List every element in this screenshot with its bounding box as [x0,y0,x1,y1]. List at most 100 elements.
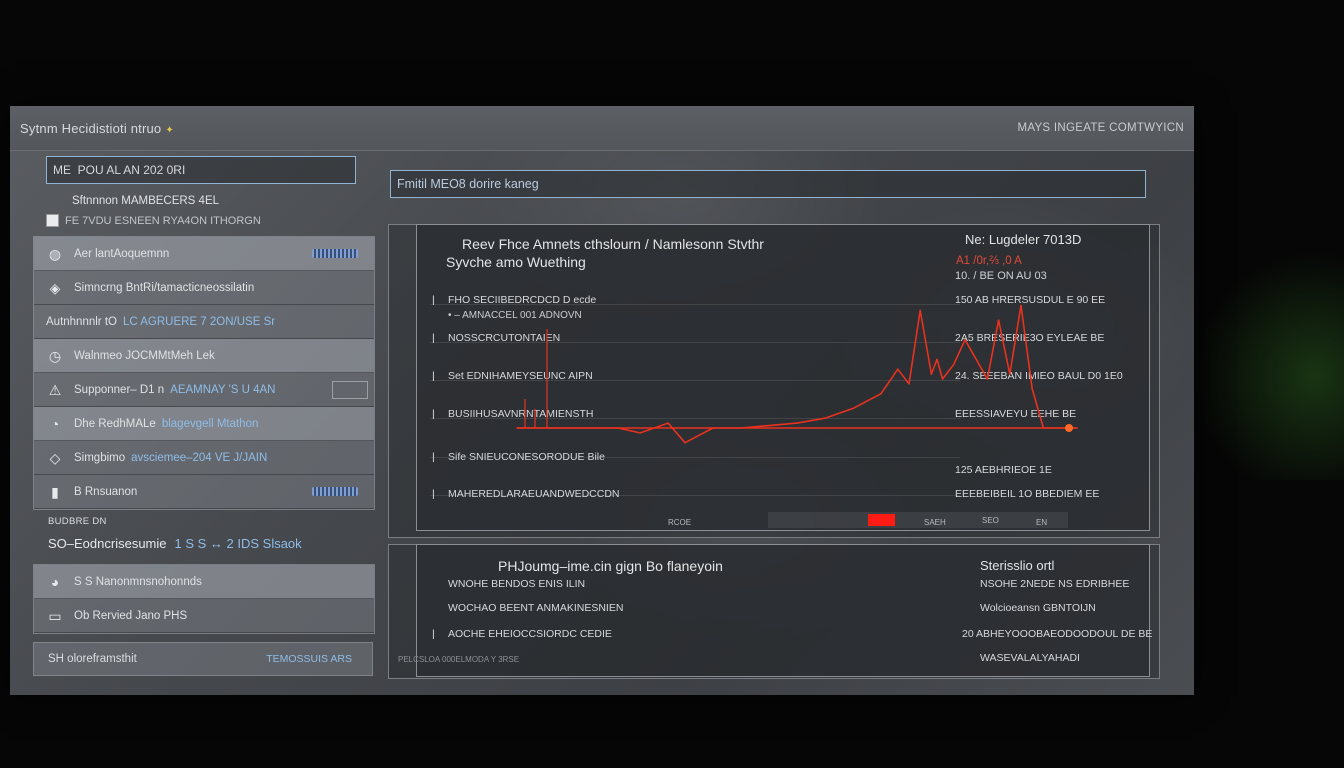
sidebar-footer-button[interactable]: SH oloreframsthit TEMOSSUIS ARS [33,642,373,676]
chart-point [617,427,619,429]
tag-icon: ◈ [49,279,61,296]
sidebar-item-3[interactable]: ◷ Walnmeo JOCMMtMeh Lek [34,339,374,373]
sidebar-item-6[interactable]: ◇ Simgbimo avsciemee–204 VE J/JAIN [34,441,374,475]
sidebar2-item-label: Ob Rervied Jano PHS [74,609,188,622]
chart-point [1031,388,1033,390]
chart-row-label: | MAHEREDLARAEUANDWEDCCDN [432,488,620,500]
status-badge [312,249,358,258]
chart-point [824,417,826,419]
summary-row-label: WOCHAO BEENT ANMAKINESNIEN [448,602,624,614]
sidebar-item-accent: blagevgell Mtathon [161,417,259,430]
sidebar-filter-row[interactable]: FE 7VDU ESNEEN RYA4ON ITHORGN [46,214,261,227]
sidebar-checkbox[interactable] [46,214,59,227]
sidebar-menu-secondary: ◕ S S Nanonmnsnohonnds ▭ Ob Rervied Jano PH… [33,564,375,634]
chart-point [936,358,938,361]
chart-footer-label-4: EN [1036,518,1048,527]
app-window: Sytnm Hecidistioti ntruo ✦ MAYS INGEATE C… [10,106,1194,695]
sidebar-section-title: SO–Eodncrisesumie 1 S S ↔ 2 IDS Slsaok [48,536,302,551]
summary-right-title: Sterisslio ortl [980,558,1055,573]
sidebar-item-label: Aer lantAoquemnn [74,247,170,260]
chart-point [1076,427,1078,429]
main-search-input[interactable] [390,170,1146,198]
chart-footer-label-2: SAEH [924,518,946,527]
sidebar-item-label: Autnhnnnlr tO [46,315,117,328]
sidebar-item-0[interactable]: ◍ Aer lantAoquemnn [34,237,374,271]
chart-point [908,383,910,385]
sidebar-item-1[interactable]: ◈ Simncrng BntRi/tamacticneossilatin [34,271,374,305]
chart-point [639,432,641,434]
chart-point [880,392,882,395]
chart-point [941,378,944,380]
chart-point [953,363,955,366]
sidebar-section-label: BUDBRE DN [48,516,107,527]
file-icon: ▭ [48,607,62,624]
row-tick-icon: | [432,488,435,500]
sidebar-item-label: Walnmeo JOCMMtMeh Lek [74,349,215,362]
chart-point [897,368,899,370]
chart-point [1042,427,1045,429]
row-tick-icon: | [432,628,435,640]
sidebar-item-4[interactable]: ⚠ Supponner– D1 n AEAMNAY 'S U 4AN [34,373,374,407]
sidebar-search-field[interactable] [46,156,356,184]
user-icon: ◕ [50,573,60,590]
sidebar-subtitle: Sftnnnon MAMBECERS 4EL [72,195,220,207]
chart-point [975,358,977,361]
sidebar-item-label: Supponner– D1 n [74,383,165,396]
sidebar-item-5[interactable]: ◔ Dhe RedhMALe blagevgell Mtathon [34,407,374,441]
summary-title: PHJoumg–ime.cin gign Bo flaneyoin [498,558,723,574]
summary-row-value: WASEVALALYAHADI [980,652,1080,664]
chart-point [1009,373,1011,375]
summary-footer: PELCSLOA 000ELMODA Y 3RSE [398,655,520,664]
chart-point [796,422,798,424]
spark-icon: ✦ [165,125,174,136]
sidebar-item-accent: AEAMNAY 'S U 4AN [170,383,276,396]
sidebar-item-accent: avsciemee–204 VE J/JAIN [131,451,268,464]
chart-row-value: EEEBEIBEIL 1O BBEDIEM EE [955,488,1100,500]
summary-row-value: 20 ABHEYOOOBAEODOODOUL DE BE [962,628,1153,640]
chart-footer-label-3: SEO [982,516,999,525]
summary-row-value: Wolcioeansn GBNTOIJN [980,602,1096,614]
chart-point [852,407,854,410]
sidebar-item-accent: LC AGRUERE 7 2ON/USE Sr [122,315,276,328]
chart-end-marker[interactable] [1065,424,1073,432]
phone-icon: ▮ [51,483,59,500]
sidebar-item-7[interactable]: ▮ B Rnsuanon [34,475,374,509]
chart-point [768,424,770,427]
chart-point [1048,427,1050,429]
summary-row-label: WNOHE BENDOS ENIS ILIN [448,578,586,590]
sidebar2-item-0[interactable]: ◕ S S Nanonmnsnohonnds [34,565,374,599]
chart-point [964,339,966,341]
diamond-icon: ◇ [49,449,61,466]
chart-scroll-thumb[interactable] [868,514,895,526]
summary-row-value: NSOHE 2NEDE NS EDRIBHEE [980,578,1130,590]
inline-input-box[interactable] [332,381,368,399]
warning-icon: ⚠ [48,381,62,398]
title-bar: Sytnm Hecidistioti ntruo ✦ MAYS INGEATE C… [10,106,1194,151]
chart-point [1020,304,1022,307]
clock-icon: ◷ [48,347,62,364]
status-badge [312,487,358,496]
chart-footer-label-1: RCOE [668,518,692,527]
chart-point [740,427,742,429]
user-icon: ◔ [50,415,60,432]
sidebar-item-label: Simgbimo [74,451,126,464]
sidebar-filter-label: FE 7VDU ESNEEN RYA4ON ITHORGN [65,214,261,227]
sidebar-item-2[interactable]: Autnhnnnlr tO LC AGRUERE 7 2ON/USE Sr [34,305,374,339]
chart-row-value: 125 AEBHRIEOE 1E [955,464,1052,476]
chart-point [986,378,989,380]
chart-point [684,441,686,444]
sidebar2-item-label: S S Nanonmnsnohonnds [74,575,202,588]
sidebar-item-label: B Rnsuanon [74,485,138,498]
title-right-label: MAYS INGEATE COMTWYICN [1017,122,1184,134]
chart-series-line [517,304,1077,444]
chart-point [572,427,574,429]
chart-point [516,427,518,429]
globe-icon: ◍ [48,245,62,262]
chart-point [919,309,921,312]
chart-point [930,373,933,375]
chart-scroll-track[interactable] [768,512,1068,528]
app-title: Sytnm Hecidistioti ntruo ✦ [20,121,174,136]
summary-row-label: | AOCHE EHEIOCCSIORDC CEDIE [432,628,612,640]
chart-point [667,422,669,424]
sidebar2-item-1[interactable]: ▭ Ob Rervied Jano PHS [34,599,374,633]
